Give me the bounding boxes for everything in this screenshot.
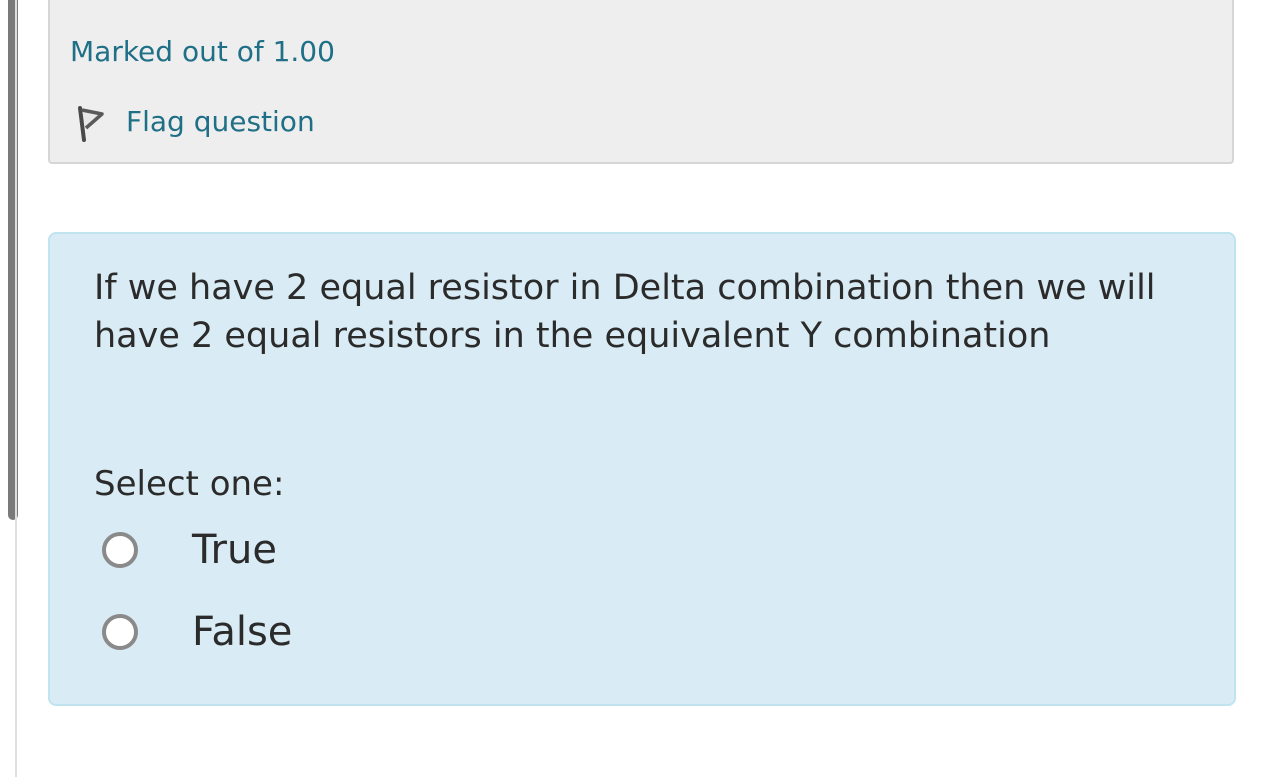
option-label-true[interactable]: True (192, 520, 277, 580)
option-label-false[interactable]: False (192, 602, 292, 662)
answer-option-false[interactable]: False (102, 602, 292, 662)
flag-icon (78, 106, 104, 142)
radio-true[interactable] (102, 532, 138, 568)
marks-info: Marked out of 1.00 (70, 35, 335, 68)
question-text: If we have 2 equal resistor in Delta com… (94, 268, 1156, 356)
radio-false[interactable] (102, 614, 138, 650)
answer-option-true[interactable]: True (102, 520, 277, 580)
quiz-page: Marked out of 1.00 Flag question If we h… (0, 0, 1284, 777)
flag-question-label[interactable]: Flag question (126, 104, 315, 140)
content-divider (15, 0, 17, 777)
question-panel: If we have 2 equal resistor in Delta com… (48, 232, 1236, 706)
flag-question-link[interactable]: Flag question (72, 100, 315, 144)
select-one-prompt: Select one: (94, 464, 285, 504)
